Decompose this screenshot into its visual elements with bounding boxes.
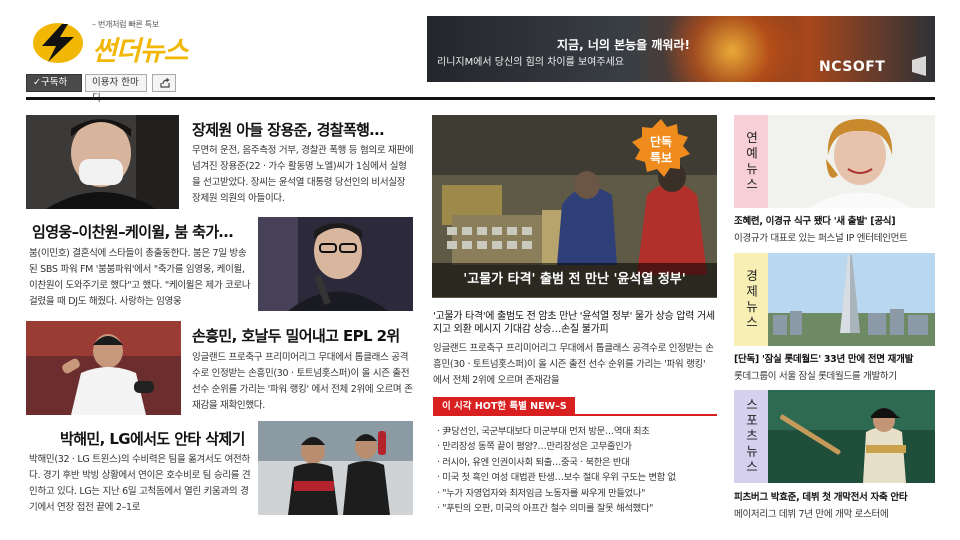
feature-photo[interactable]: 단독 특보 '고물가 타격' 출범 전 만난 '윤석열 정부' [432,115,717,298]
hot-news-underline [575,414,717,416]
hot-news-item[interactable]: · 러시아, 유엔 인권이사회 퇴출…중국 · 북한은 반대 [437,455,722,470]
badge-line-2: 특보 [649,151,673,165]
article-photo-2[interactable] [258,217,413,311]
ad-headline: 지금, 너의 본능을 깨워라! [557,38,690,52]
category-sports[interactable]: 스포츠뉴스 [734,390,768,483]
entertainment-photo[interactable] [768,115,935,208]
category-entertainment[interactable]: 연예뉴스 [734,115,768,208]
economy-headline[interactable]: [단독] '잠실 롯데월드' 33년 만에 전면 재개발 [734,351,913,365]
article-headline-4[interactable]: 박해민, LG에서도 안타 삭제기 [60,428,245,449]
ad-brand: NCSOFT [819,59,886,75]
hot-news-header: 이 시각 HOT한 특별 NEW–S [433,397,717,416]
hot-news-item[interactable]: · 尹당선인, 국군부대보다 미군부대 먼저 방문…역대 최초 [437,424,722,439]
feature-caption: '고물가 타격' 출범 전 만난 '윤석열 정부' [432,263,717,297]
article-photo-3[interactable] [26,321,181,415]
sports-photo[interactable] [768,390,935,483]
header-divider [26,97,935,100]
hot-news-item[interactable]: · 미국 첫 흑인 여성 대법관 탄생…보수 절대 우위 구도는 변함 없 [437,470,722,485]
entertainment-headline[interactable]: 조혜련, 이경규 식구 됐다 '새 출발' [공식] [734,213,896,227]
hot-news-label: 이 시각 HOT한 특별 NEW–S [433,397,575,416]
article-photo-1[interactable] [26,115,179,209]
sports-headline[interactable]: 피츠버그 박효준, 데뷔 첫 개막전서 자축 안타 [734,489,908,503]
article-summary-4: 박해민(32 · LG 트윈스)의 수비력은 팀을 옮겨서도 여전하다. 경기 … [29,454,251,513]
hot-news-item[interactable]: · "푸틴의 오판, 미국의 아프간 철수 의미를 잘못 해석했다" [437,501,722,516]
lightning-logo-icon[interactable] [32,22,84,64]
article-photo-4[interactable] [258,421,413,515]
share-button[interactable] [152,74,176,92]
category-economy[interactable]: 경제뉴스 [734,253,768,346]
hot-news-item[interactable]: · 만리장성 동쪽 끝이 평양?…만리장성은 고무줄인가 [437,439,722,454]
site-name[interactable]: 썬더뉴스 [92,29,188,68]
share-icon [160,78,170,88]
sports-summary: 메이저리그 데뷔 7년 만에 개막 로스터에 [734,509,889,520]
badge-line-1: 단독 [649,135,673,149]
article-headline-3[interactable]: 손흥민, 호날두 밀어내고 EPL 2위 [192,325,400,346]
subscribe-button[interactable]: ✓구독하기 [26,74,82,104]
ad-subline: 리니지M에서 당신의 힘의 차이를 보여주세요 [437,57,624,68]
brand-logo-icon [912,56,926,76]
economy-photo[interactable] [768,253,935,346]
article-summary-3: 잉글랜드 프로축구 프리미어리그 무대에서 톱클래스 공격수로 인정받는 손흥민… [192,352,413,411]
center-headline[interactable]: '고물가 타격'에 출범도 전 암초 만난 '윤석열 정부' 물가 상승 압력 … [433,310,721,336]
ad-banner[interactable]: 지금, 너의 본능을 깨워라! 리니지M에서 당신의 힘의 차이를 보여주세요 … [427,16,935,82]
economy-summary: 롯데그룹이 서울 잠실 롯데월드를 개발하기 [734,371,897,382]
center-summary: 잉글랜드 프로축구 프리미어리그 무대에서 톱클래스 공격수로 인정받는 손흥민… [433,343,714,386]
article-headline-1[interactable]: 장제원 아들 장용준, 경찰폭행… [192,119,384,140]
checkmark-icon: ✓ [33,77,41,88]
article-summary-1: 무면허 운전, 음주측정 거부, 경찰관 폭행 등 혐의로 재판에 넘겨진 장용… [192,145,414,204]
hot-news-item[interactable]: · "누가 자영업자와 최저임금 노동자를 싸우게 만들었나" [437,486,722,501]
user-opinion-button[interactable]: 이용자 한마디 [85,74,147,104]
entertainment-summary: 이경규가 대표로 있는 퍼스널 IP 엔터테인먼트 [734,233,908,244]
article-summary-2: 붐(이민호) 결혼식에 스타들이 총출동한다. 붐은 7일 방송된 SBS 파워… [29,248,251,307]
hot-news-list: · 尹당선인, 국군부대보다 미군부대 먼저 방문…역대 최초 · 만리장성 동… [437,424,722,516]
article-headline-2[interactable]: 임영웅–이찬원–케이윌, 붐 축가… [32,221,234,242]
